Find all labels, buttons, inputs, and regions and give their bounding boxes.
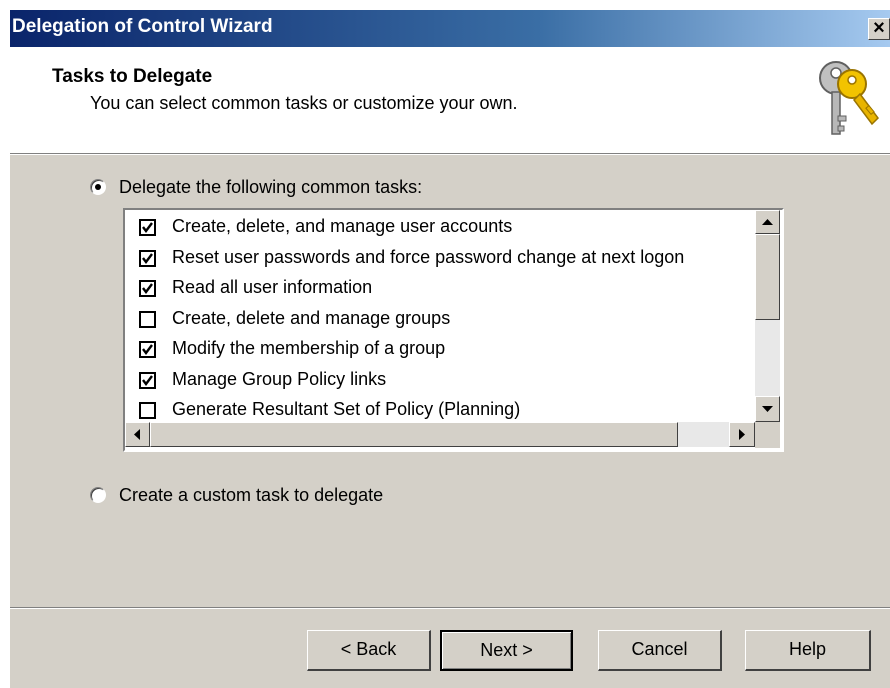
cancel-button[interactable]: Cancel [598,630,722,671]
vertical-scrollbar[interactable] [755,210,780,430]
title-bar[interactable]: Delegation of Control Wizard × [10,10,890,47]
arrow-up-icon [762,219,773,225]
scroll-right-button[interactable] [729,422,755,447]
task-checkbox[interactable] [139,371,156,389]
arrow-right-icon [739,429,745,440]
task-checkbox[interactable] [139,249,156,267]
vertical-scroll-thumb[interactable] [755,234,780,320]
close-icon: × [873,17,885,39]
task-label: Create, delete, and manage user accounts [172,216,513,236]
keys-icon [819,61,879,135]
task-label: Manage Group Policy links [172,368,387,389]
radio-common-tasks-label[interactable]: Delegate the following common tasks: [119,177,422,198]
page-title: Tasks to Delegate [52,66,213,87]
radio-custom-task-label[interactable]: Create a custom task to delegate [119,485,383,506]
tasks-listbox[interactable]: Create, delete, and manage user accounts… [123,208,784,452]
scrollbar-corner [755,422,780,448]
task-checkbox[interactable] [139,341,156,358]
checkmark-icon [142,283,153,294]
scroll-down-button[interactable] [755,396,780,422]
help-button[interactable]: Help [745,630,871,671]
back-button[interactable]: < Back [307,630,431,671]
page-subtitle: You can select common tasks or customize… [90,93,518,113]
task-label: Reset user passwords and force password … [172,246,685,267]
radio-common-tasks[interactable] [90,179,106,195]
arrow-left-icon [134,429,140,440]
next-button[interactable]: Next > [440,630,573,671]
close-button[interactable]: × [868,18,890,40]
task-label: Create, delete and manage groups [172,307,451,328]
task-label: Read all user information [172,277,373,297]
task-checkbox[interactable] [139,402,156,419]
checkmark-icon [142,374,153,386]
task-label: Modify the membership of a group [172,338,446,358]
wizard-header: Tasks to Delegate You can select common … [10,47,890,153]
footer-separator [10,607,890,609]
radio-custom-task[interactable] [90,487,106,503]
window-title: Delegation of Control Wizard [12,16,273,37]
checkmark-icon [142,222,153,233]
checkmark-icon [142,252,153,264]
task-checkbox[interactable] [139,310,156,328]
task-checkbox[interactable] [139,280,156,297]
arrow-down-icon [762,406,773,412]
task-checkbox[interactable] [139,219,156,236]
task-label: Generate Resultant Set of Policy (Planni… [172,399,521,419]
scroll-left-button[interactable] [125,422,150,447]
horizontal-scrollbar[interactable] [125,422,755,447]
horizontal-scroll-thumb[interactable] [150,422,678,447]
checkmark-icon [142,344,153,355]
header-separator [10,153,890,155]
scroll-up-button[interactable] [755,210,780,234]
wizard-window: Delegation of Control Wizard × Tasks to … [10,10,890,688]
